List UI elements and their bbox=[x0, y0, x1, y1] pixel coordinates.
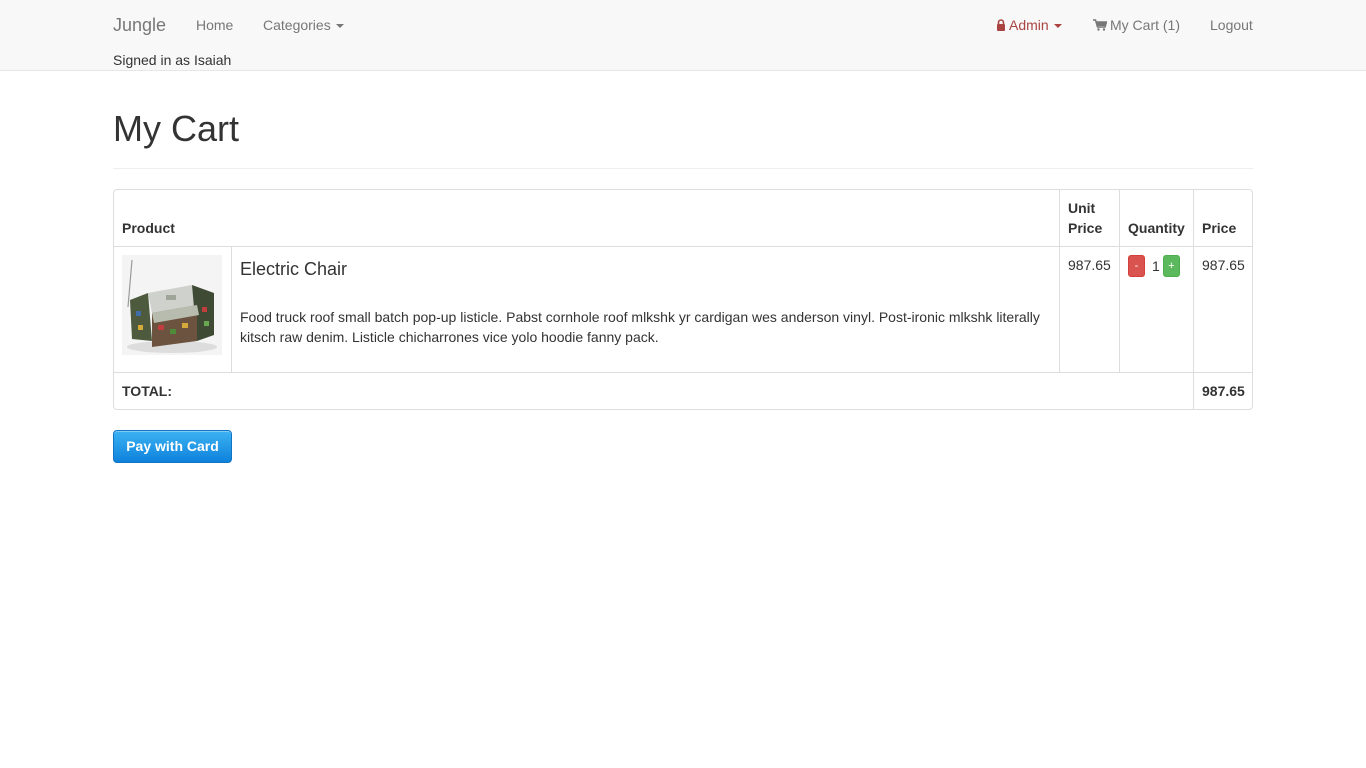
price-column-header: Price bbox=[1193, 190, 1252, 246]
quantity-value: 1 bbox=[1152, 258, 1160, 274]
navbar: Jungle Home Categories Admin My Cart (1)… bbox=[0, 0, 1366, 71]
product-name: Electric Chair bbox=[240, 259, 348, 279]
total-value: 987.65 bbox=[1193, 373, 1252, 409]
total-row: TOTAL: 987.65 bbox=[114, 373, 1252, 409]
table-header-row: Product Unit Price Quantity Price bbox=[114, 190, 1252, 247]
nav-logout-link[interactable]: Logout bbox=[1210, 15, 1253, 35]
quantity-cell: - 1 + bbox=[1119, 247, 1193, 372]
shopping-cart-icon bbox=[1093, 19, 1107, 31]
line-price-value: 987.65 bbox=[1193, 247, 1252, 372]
quantity-column-header: Quantity bbox=[1119, 190, 1193, 246]
nav-admin-dropdown[interactable]: Admin bbox=[996, 15, 1062, 35]
pay-with-card-button[interactable]: Pay with Card bbox=[113, 430, 232, 463]
product-column-header: Product bbox=[122, 220, 175, 236]
table-row: Electric Chair Food truck roof small bat… bbox=[114, 247, 1252, 373]
brand-link[interactable]: Jungle bbox=[113, 13, 166, 37]
lock-icon bbox=[997, 19, 1005, 31]
nav-categories-dropdown[interactable]: Categories bbox=[263, 15, 344, 35]
nav-cart-label: My Cart (1) bbox=[1110, 17, 1180, 33]
nav-categories-label: Categories bbox=[263, 17, 331, 33]
product-image-cell bbox=[114, 247, 231, 372]
caret-down-icon bbox=[1053, 24, 1062, 29]
cart-table: Product Unit Price Quantity Price Electr… bbox=[113, 189, 1253, 410]
product-image bbox=[122, 255, 222, 355]
quantity-stepper: - 1 + bbox=[1128, 255, 1185, 277]
product-details-cell: Electric Chair Food truck roof small bat… bbox=[231, 247, 1059, 372]
increase-quantity-button[interactable]: + bbox=[1162, 255, 1180, 277]
total-label: TOTAL: bbox=[122, 383, 173, 399]
page-title: My Cart bbox=[113, 108, 239, 149]
decrease-quantity-button[interactable]: - bbox=[1128, 255, 1145, 277]
signed-in-text: Signed in as Isaiah bbox=[113, 52, 232, 68]
nav-home-link[interactable]: Home bbox=[196, 15, 233, 35]
unit-price-value: 987.65 bbox=[1059, 247, 1119, 372]
title-divider bbox=[113, 168, 1253, 169]
unit-price-column-header: Unit Price bbox=[1059, 190, 1119, 246]
nav-admin-label: Admin bbox=[1009, 17, 1049, 33]
caret-down-icon bbox=[335, 24, 344, 29]
nav-cart-link[interactable]: My Cart (1) bbox=[1093, 15, 1180, 35]
product-description: Food truck roof small batch pop-up listi… bbox=[240, 309, 1040, 345]
